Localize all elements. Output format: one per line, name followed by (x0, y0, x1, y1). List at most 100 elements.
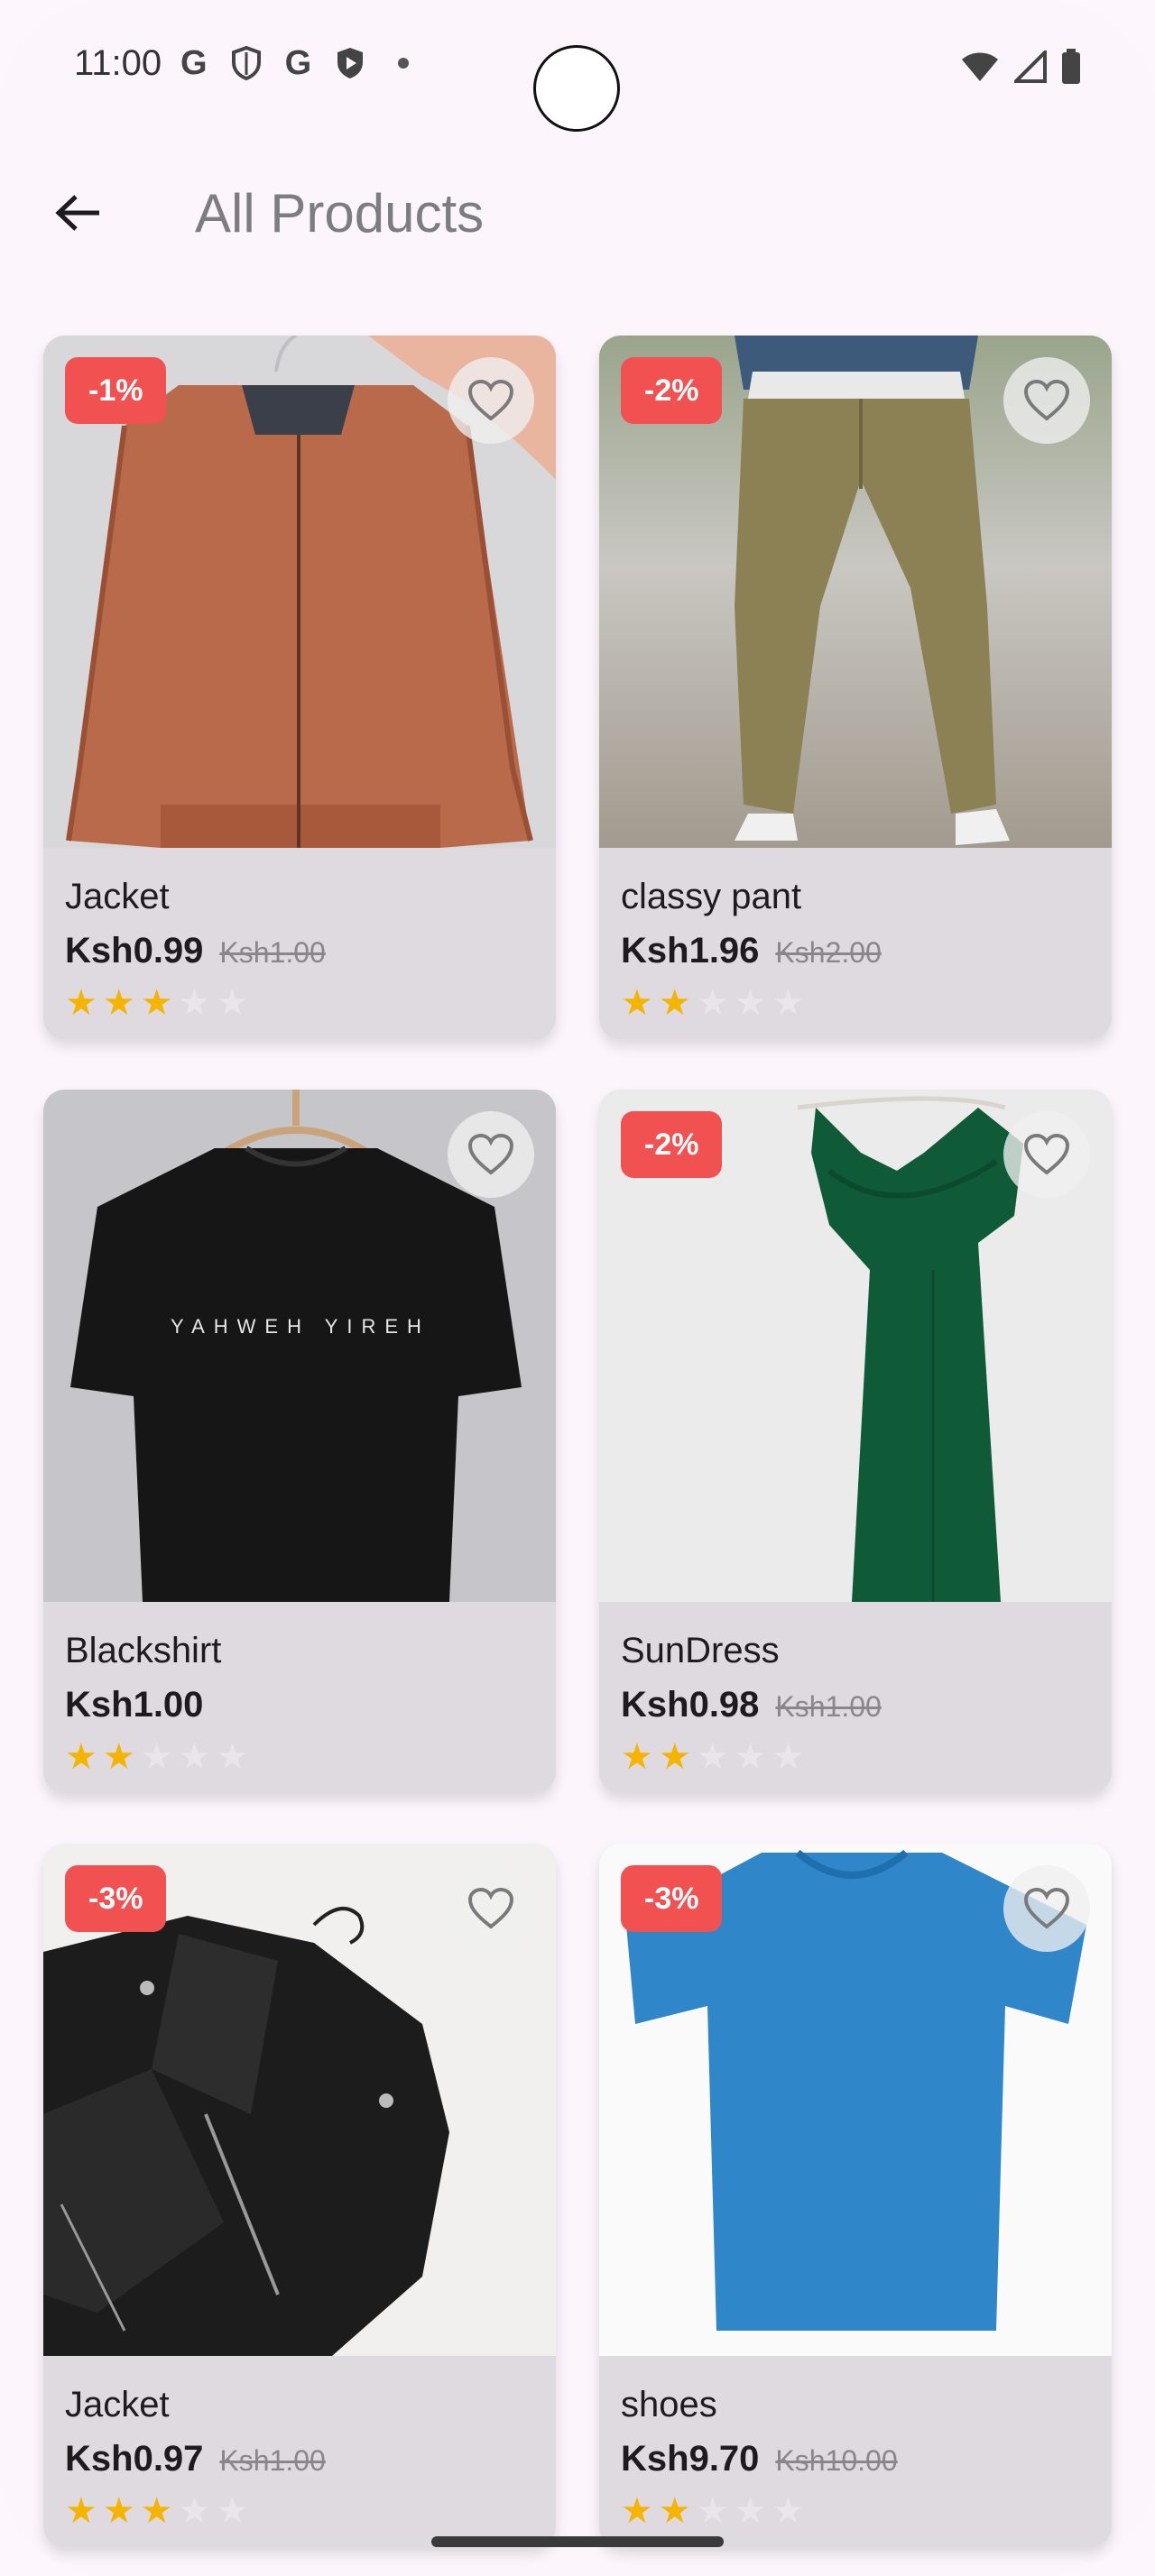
price-row: Ksh1.00 (65, 1685, 203, 1725)
star-empty-icon: ★ (216, 2491, 249, 2531)
app-bar: All Products (0, 153, 1155, 280)
product-price: Ksh1.00 (65, 1685, 204, 1725)
star-icon: ★ (102, 1737, 135, 1777)
price-row: Ksh1.96 Ksh2.00 (621, 931, 882, 971)
product-name: SunDress (621, 1631, 780, 1670)
shirt-print: YAHWEH YIREH (171, 1315, 430, 1338)
star-empty-icon: ★ (734, 983, 767, 1023)
price-row: Ksh0.99 Ksh1.00 (65, 931, 326, 971)
star-icon: ★ (140, 2491, 173, 2531)
price-row: Ksh0.98 Ksh1.00 (621, 1685, 882, 1725)
product-price: Ksh0.98 (621, 1685, 760, 1725)
star-empty-icon: ★ (734, 2491, 767, 2531)
star-icon: ★ (658, 983, 691, 1023)
favorite-button[interactable] (448, 1111, 534, 1198)
star-icon: ★ (102, 2491, 135, 2531)
favorite-button[interactable] (448, 1865, 534, 1952)
system-icons (960, 49, 1081, 85)
rating-stars: ★ ★ ★ ★ ★ (621, 2489, 804, 2533)
product-image-khaki-pants: -2% (599, 336, 1112, 848)
favorite-button[interactable] (1003, 1865, 1090, 1952)
product-card[interactable]: -2% SunDress Ksh0.98 Ksh1.00 ★ ★ ★ ★ ★ (599, 1090, 1112, 1793)
price-row: Ksh0.97 Ksh1.00 (65, 2439, 326, 2479)
star-icon: ★ (621, 2491, 653, 2531)
rating-stars: ★ ★ ★ ★ ★ (65, 1735, 248, 1779)
product-image-green-dress: -2% (599, 1090, 1112, 1602)
heart-outline-icon (467, 1887, 514, 1929)
heart-outline-icon (1023, 379, 1070, 421)
product-price: Ksh0.99 (65, 931, 204, 971)
rating-stars: ★ ★ ★ ★ ★ (65, 2489, 248, 2533)
original-price: Ksh1.00 (219, 2444, 326, 2477)
product-name: shoes (621, 2385, 717, 2424)
product-card[interactable]: -3% Jacket Ksh0.97 Ksh1.00 ★ ★ ★ ★ ★ (43, 1844, 556, 2547)
star-icon: ★ (65, 983, 97, 1023)
original-price: Ksh1.00 (775, 1690, 882, 1723)
rating-stars: ★ ★ ★ ★ ★ (621, 1735, 804, 1779)
page-title: All Products (195, 183, 485, 244)
star-empty-icon: ★ (178, 983, 211, 1023)
original-price: Ksh2.00 (775, 936, 882, 969)
product-name: Jacket (65, 877, 170, 916)
product-price: Ksh9.70 (621, 2439, 760, 2479)
price-row: Ksh9.70 Ksh10.00 (621, 2439, 898, 2479)
discount-badge: -3% (65, 1865, 167, 1932)
wifi-icon (962, 52, 998, 81)
google-icon: G (180, 44, 208, 82)
camera-cutout (533, 45, 620, 132)
status-bar: 11:00 G G (0, 0, 1155, 135)
favorite-button[interactable] (1003, 1111, 1090, 1198)
star-icon: ★ (140, 983, 173, 1023)
favorite-button[interactable] (1003, 357, 1090, 444)
star-icon: ★ (621, 1737, 653, 1777)
star-empty-icon: ★ (696, 2491, 729, 2531)
star-empty-icon: ★ (696, 1737, 729, 1777)
star-empty-icon: ★ (772, 1737, 805, 1777)
product-name: Jacket (65, 2385, 170, 2424)
star-empty-icon: ★ (140, 1737, 173, 1777)
rating-stars: ★ ★ ★ ★ ★ (65, 981, 248, 1025)
more-notifications-dot (398, 58, 410, 69)
product-card[interactable]: YAHWEH YIREH Blackshirt Ksh1.00 ★ ★ ★ ★ … (43, 1090, 556, 1793)
star-empty-icon: ★ (178, 1737, 211, 1777)
heart-outline-icon (1023, 1887, 1070, 1929)
star-empty-icon: ★ (696, 983, 729, 1023)
star-icon: ★ (65, 2491, 97, 2531)
star-icon: ★ (621, 983, 653, 1023)
discount-badge: -2% (621, 1111, 723, 1178)
star-empty-icon: ★ (772, 983, 805, 1023)
back-button[interactable] (45, 180, 110, 245)
product-image-blue-tshirt: -3% (599, 1844, 1112, 2356)
product-image-orange-jacket: -1% (43, 336, 556, 848)
discount-badge: -2% (621, 357, 723, 424)
product-price: Ksh0.97 (65, 2439, 204, 2479)
heart-outline-icon (467, 379, 514, 421)
shield-icon (231, 45, 261, 81)
star-icon: ★ (102, 983, 135, 1023)
arrow-back-icon (55, 195, 99, 231)
product-card[interactable]: -2% classy pant Ksh1.96 Ksh2.00 ★ ★ ★ ★ … (599, 336, 1112, 1039)
star-empty-icon: ★ (216, 1737, 249, 1777)
product-card[interactable]: -1% Jacket Ksh0.99 Ksh1.00 ★ ★ ★ ★ ★ (43, 336, 556, 1039)
notification-icons: G G (180, 44, 410, 82)
discount-badge: -3% (621, 1865, 723, 1932)
original-price: Ksh1.00 (219, 936, 326, 969)
home-indicator[interactable] (431, 2536, 724, 2547)
rating-stars: ★ ★ ★ ★ ★ (621, 981, 804, 1025)
heart-outline-icon (467, 1133, 514, 1175)
product-name: Blackshirt (65, 1631, 222, 1670)
star-empty-icon: ★ (772, 2491, 805, 2531)
star-empty-icon: ★ (734, 1737, 767, 1777)
original-price: Ksh10.00 (775, 2444, 898, 2477)
favorite-button[interactable] (448, 357, 534, 444)
product-image-leather-jacket: -3% (43, 1844, 556, 2356)
star-empty-icon: ★ (178, 2491, 211, 2531)
product-name: classy pant (621, 877, 802, 916)
status-time: 11:00 (74, 43, 162, 83)
star-icon: ★ (658, 2491, 691, 2531)
star-icon: ★ (658, 1737, 691, 1777)
google-icon-2: G (284, 44, 312, 82)
star-icon: ★ (65, 1737, 97, 1777)
product-price: Ksh1.96 (621, 931, 760, 971)
product-card[interactable]: -3% shoes Ksh9.70 Ksh10.00 ★ ★ ★ ★ ★ (599, 1844, 1112, 2547)
